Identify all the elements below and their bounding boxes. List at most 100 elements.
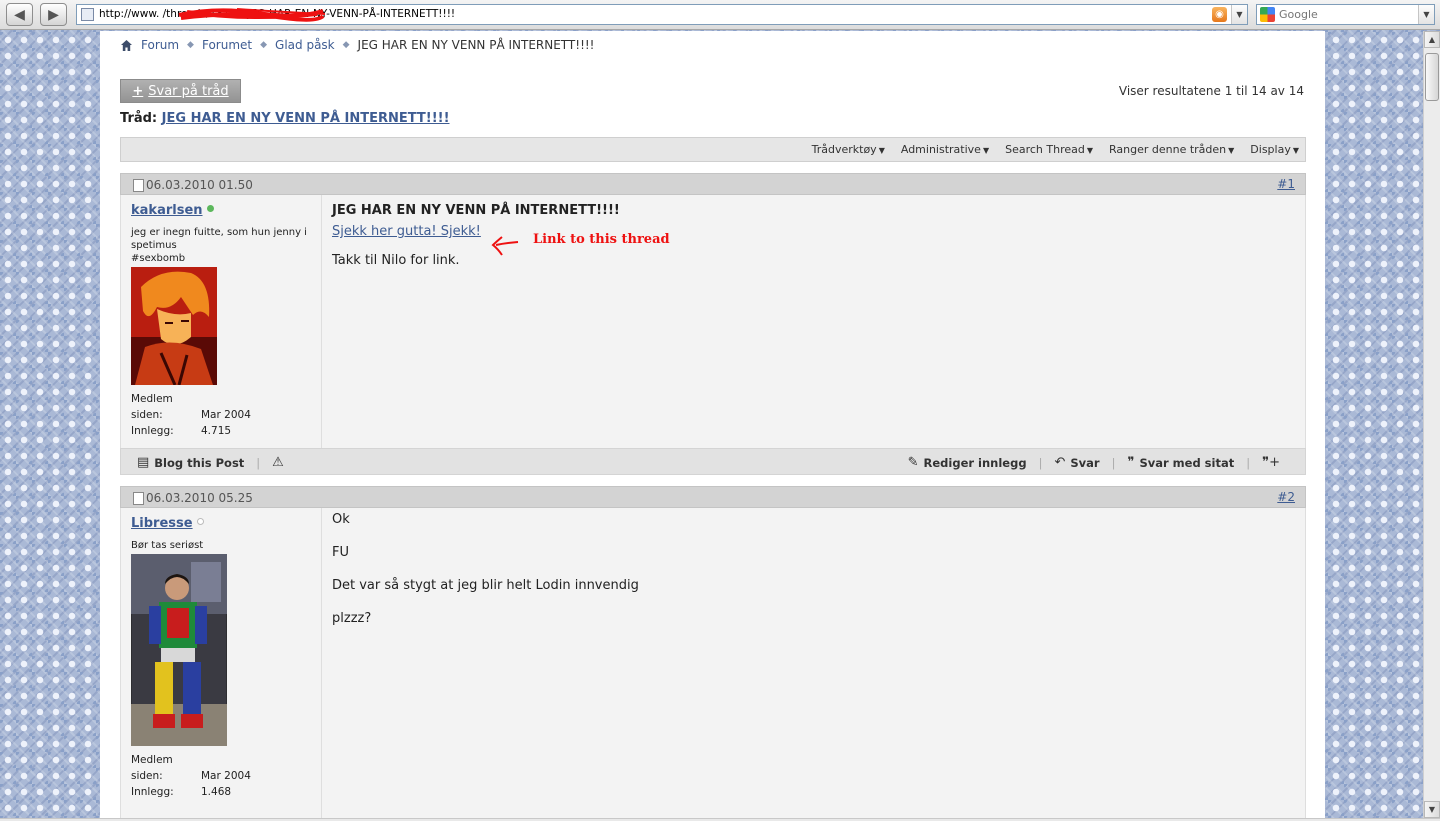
- redaction-scribble: [178, 8, 325, 22]
- post-text: FU: [332, 545, 349, 560]
- user-title: Bør tas seriøst: [131, 540, 204, 551]
- post-footer: ▤ Blog this Post | ⚠ ✎ Rediger innlegg | ↶…: [120, 448, 1306, 475]
- reply-button[interactable]: ↶ Svar: [1054, 455, 1099, 470]
- warning-icon: ⚠: [272, 455, 284, 470]
- forum-page: Forum ◆ Forumet ◆ Glad påsk ◆ JEG HAR EN…: [100, 31, 1325, 818]
- display-label: Display: [1250, 143, 1291, 156]
- breadcrumb: Forum ◆ Forumet ◆ Glad påsk ◆ JEG HAR EN…: [120, 38, 595, 52]
- search-thread-menu[interactable]: Search Thread ▼: [1005, 143, 1093, 156]
- breadcrumb-separator-icon: ◆: [260, 40, 268, 50]
- breadcrumb-separator-icon: ◆: [342, 40, 350, 50]
- google-engine-icon[interactable]: [1260, 7, 1275, 22]
- post-date: 06.03.2010 05.25: [133, 491, 253, 505]
- post-number-link[interactable]: #1: [1277, 177, 1295, 191]
- user-stats: Medlem siden: Mar 2004 Innlegg: 1.468: [131, 752, 311, 800]
- page-favicon-icon: [81, 8, 94, 21]
- vertical-scrollbar[interactable]: ▲ ▼: [1423, 31, 1440, 818]
- scroll-up-button[interactable]: ▲: [1424, 31, 1440, 48]
- edit-post-label: Rediger innlegg: [923, 455, 1027, 470]
- thread-tools-menu[interactable]: Trådverktøy ▼: [812, 143, 885, 156]
- breadcrumb-current: JEG HAR EN NY VENN PÅ INTERNETT!!!!: [357, 38, 595, 52]
- reply-label: Svar: [1070, 455, 1100, 470]
- reply-with-quote-label: Svar med sitat: [1139, 455, 1235, 470]
- post-count-value: 1.468: [201, 786, 232, 798]
- post-count-value: 4.715: [201, 425, 232, 437]
- red-arrow-icon: [491, 236, 519, 256]
- address-dropdown-button[interactable]: ▼: [1231, 5, 1247, 24]
- multi-quote-button[interactable]: ❞+: [1262, 455, 1285, 470]
- member-since-value: Mar 2004: [201, 409, 251, 421]
- pencil-icon: ✎: [907, 455, 919, 470]
- search-dropdown-button[interactable]: ▼: [1418, 5, 1434, 24]
- multi-quote-plus-icon: ❞+: [1262, 455, 1280, 470]
- user-stats: Medlem siden: Mar 2004 Innlegg: 4.715: [131, 391, 311, 439]
- online-status-icon: [206, 205, 214, 212]
- user-info: kakarlsen jeg er inegn fuitte, som hun j…: [121, 195, 322, 448]
- browser-toolbar: ◀ ▶ http://www. /threads/18118-JEG-HAR-E…: [0, 0, 1440, 30]
- post-content: JEG HAR EN NY VENN PÅ INTERNETT!!!! Sjek…: [332, 195, 1295, 282]
- reply-to-thread-button[interactable]: + Svar på tråd: [120, 79, 241, 103]
- thread-heading: Tråd: JEG HAR EN NY VENN PÅ INTERNETT!!!…: [120, 111, 450, 126]
- footer-separator: |: [256, 455, 261, 470]
- footer-separator: |: [1038, 455, 1043, 470]
- blog-this-post-button[interactable]: ▤ Blog this Post: [137, 455, 244, 470]
- post-status-icon: [133, 491, 144, 505]
- footer-separator: |: [1246, 455, 1251, 470]
- search-bar[interactable]: ▼: [1256, 4, 1435, 25]
- blog-this-post-label: Blog this Post: [154, 455, 245, 470]
- breadcrumb-separator-icon: ◆: [187, 40, 194, 50]
- reply-to-thread-label: Svar på tråd: [148, 83, 229, 99]
- forward-button[interactable]: ▶: [40, 3, 67, 26]
- post-body: kakarlsen jeg er inegn fuitte, som hun j…: [120, 195, 1306, 448]
- address-bar[interactable]: http://www. /threads/18118-JEG-HAR-EN-NY…: [76, 4, 1248, 25]
- post-header: 06.03.2010 05.25 #2: [120, 486, 1306, 508]
- thread-title-link[interactable]: JEG HAR EN NY VENN PÅ INTERNETT!!!!: [162, 111, 450, 126]
- back-button[interactable]: ◀: [6, 3, 33, 26]
- scroll-thumb[interactable]: [1425, 53, 1439, 101]
- blog-icon: ▤: [137, 455, 150, 470]
- username-link[interactable]: kakarlsen: [131, 203, 203, 218]
- home-icon[interactable]: [120, 39, 133, 52]
- post-content: Ok FU Det var så stygt at jeg blir helt …: [332, 508, 1295, 644]
- administrative-menu[interactable]: Administrative ▼: [901, 143, 989, 156]
- caret-down-icon: ▼: [1292, 146, 1299, 155]
- plus-icon: +: [132, 83, 144, 99]
- display-menu[interactable]: Display ▼: [1250, 143, 1299, 156]
- post-status-icon: [133, 178, 144, 192]
- quote-icon: ❞: [1127, 455, 1135, 470]
- post-number-link[interactable]: #2: [1277, 490, 1295, 504]
- reply-with-quote-button[interactable]: ❞ Svar med sitat: [1127, 455, 1234, 470]
- member-since-label: Medlem siden:: [131, 393, 173, 421]
- report-post-button[interactable]: ⚠: [272, 455, 289, 470]
- user-avatar[interactable]: [131, 267, 217, 385]
- thread-link[interactable]: Sjekk her gutta! Sjekk!: [332, 224, 481, 239]
- caret-down-icon: ▼: [982, 146, 990, 155]
- post-date-text: 06.03.2010 05.25: [146, 491, 253, 505]
- caret-down-icon: ▼: [1228, 146, 1235, 155]
- post-text: Takk til Nilo for link.: [332, 253, 460, 268]
- member-since-value: Mar 2004: [201, 770, 251, 782]
- user-avatar[interactable]: [131, 554, 227, 746]
- post-count-label: Innlegg:: [131, 786, 174, 798]
- rate-thread-menu[interactable]: Ranger denne tråden ▼: [1109, 143, 1234, 156]
- thread-label: Tråd:: [120, 111, 158, 126]
- user-info: Libresse Bør tas seriøst Medlem siden: M…: [121, 508, 322, 818]
- breadcrumb-glad-pask[interactable]: Glad påsk: [275, 38, 335, 52]
- username-link[interactable]: Libresse: [131, 516, 193, 531]
- breadcrumb-forum[interactable]: Forum: [141, 38, 179, 52]
- search-thread-label: Search Thread: [1005, 143, 1085, 156]
- edit-post-button[interactable]: ✎ Rediger innlegg: [908, 455, 1027, 470]
- thread-tools-bar: Trådverktøy ▼ Administrative ▼ Search Thre…: [120, 137, 1306, 162]
- reply-arrow-icon: ↶: [1054, 455, 1066, 470]
- caret-down-icon: ▼: [1086, 146, 1093, 155]
- results-count: Viser resultatene 1 til 14 av 14: [1118, 84, 1304, 98]
- rss-feed-icon[interactable]: ◉: [1212, 7, 1227, 22]
- administrative-label: Administrative: [900, 143, 981, 156]
- member-since-label: Medlem siden:: [131, 754, 173, 782]
- post-header: 06.03.2010 01.50 #1: [120, 173, 1306, 195]
- post-count-label: Innlegg:: [131, 425, 174, 437]
- breadcrumb-forumet[interactable]: Forumet: [202, 38, 252, 52]
- search-input[interactable]: [1279, 7, 1409, 22]
- post-text: Det var så stygt at jeg blir helt Lodin …: [332, 578, 639, 593]
- scroll-down-button[interactable]: ▼: [1424, 801, 1440, 818]
